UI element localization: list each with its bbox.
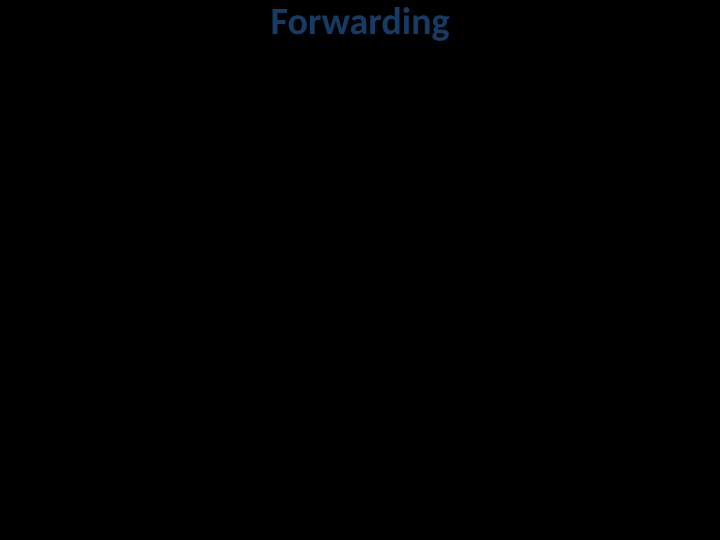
- subheading: Three types of forwarding/bypass: [10, 160, 706, 192]
- list-item-text: Forwarding from Mem/WB register to Ex st…: [62, 232, 653, 259]
- list-item: Register.File Bypass: [62, 261, 706, 293]
- list-item: Forwarding from Ex/Mem registers to Ex s…: [62, 198, 706, 230]
- slide-body: Forwarding bypasses some pipelined stage…: [0, 48, 720, 293]
- list-item-text: Forwarding from Ex/Mem registers to Ex s…: [62, 200, 651, 227]
- list-item-text: Register.File Bypass: [62, 262, 250, 291]
- bullet-list: Forwarding from Ex/Mem registers to Ex s…: [10, 198, 706, 293]
- slide: Forwarding Forwarding bypasses some pipe…: [0, 0, 720, 540]
- para-text-before: Forwarding: [10, 47, 140, 80]
- list-item: Forwarding from Mem/WB register to Ex st…: [62, 230, 706, 262]
- body-paragraph: Forwarding bypasses some pipelined stage…: [10, 48, 706, 112]
- slide-title: Forwarding: [0, 0, 720, 44]
- para-text-underlined: bypasses: [140, 47, 239, 80]
